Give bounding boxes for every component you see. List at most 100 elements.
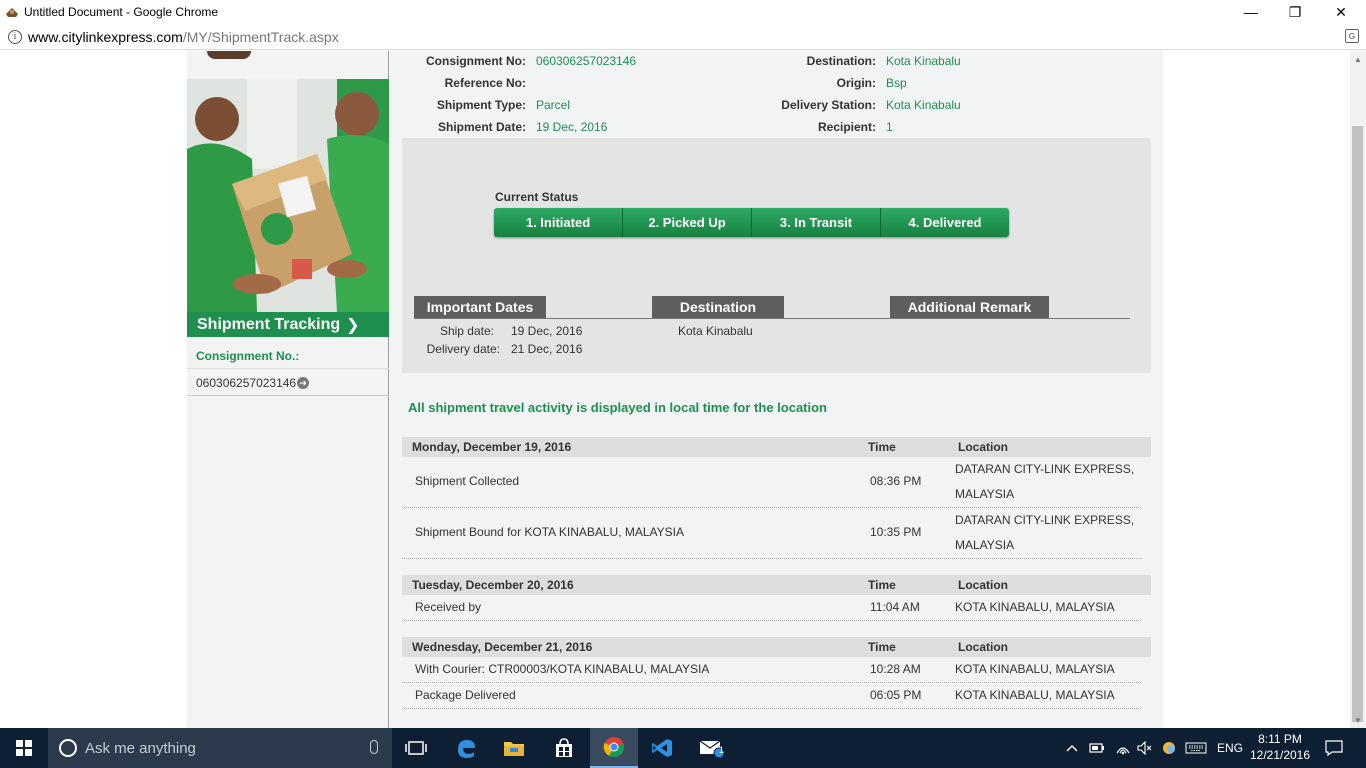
volume-muted-icon [1137, 741, 1152, 755]
shipment-tracking-banner[interactable]: Shipment Tracking ❯ [187, 312, 389, 337]
minimize-button[interactable]: — [1228, 0, 1274, 24]
shipment-date-value: 19 Dec, 2016 [536, 120, 608, 134]
chrome-taskbar-button[interactable] [590, 728, 638, 768]
consignment-no-value: 060306257023146 [536, 54, 637, 68]
window-title: Untitled Document - Google Chrome [24, 5, 219, 19]
time-header: Time [868, 640, 896, 654]
additional-remark-header: Additional Remark [890, 296, 1049, 318]
weather-icon [1163, 742, 1175, 754]
mail-button[interactable]: 1 [688, 728, 736, 768]
origin-value: Bsp [886, 76, 907, 90]
show-hidden-icons[interactable] [1062, 728, 1082, 768]
reference-no-label: Reference No: [444, 76, 526, 90]
restore-button[interactable]: ❐ [1272, 0, 1318, 24]
scroll-up-icon[interactable]: ▲ [1350, 51, 1366, 67]
logo-fragment [207, 51, 251, 59]
day-date: Wednesday, December 21, 2016 [412, 640, 593, 654]
couriers-photo [187, 79, 389, 312]
task-view-button[interactable] [392, 728, 440, 768]
wifi-tray[interactable] [1112, 728, 1134, 768]
scroll-down-icon[interactable]: ▼ [1350, 712, 1366, 728]
event-description: Shipment Bound for KOTA KINABALU, MALAYS… [415, 525, 685, 539]
table-row: Package Delivered 06:05 PM KOTA KINABALU… [402, 683, 1141, 709]
consignment-number[interactable]: 060306257023146 [196, 376, 296, 390]
current-status-label: Current Status [495, 190, 579, 204]
translate-icon[interactable]: G [1345, 29, 1359, 43]
clock-date: 12/21/2016 [1249, 748, 1311, 762]
step-in-transit: 3. In Transit [752, 208, 881, 237]
action-center-button[interactable] [1318, 728, 1350, 768]
mail-badge: 1 [719, 745, 725, 755]
destination-label: Destination: [806, 54, 876, 68]
file-explorer-button[interactable] [490, 728, 538, 768]
keyboard-tray[interactable] [1182, 728, 1210, 768]
cortana-icon [59, 739, 77, 757]
table-row: Received by 11:04 AM KOTA KINABALU, MALA… [402, 595, 1141, 621]
chevron-right-icon: ❯ [346, 316, 360, 334]
consignment-entry[interactable]: 060306257023146 ➜ [196, 376, 310, 390]
keyboard-icon [1185, 742, 1207, 754]
language-indicator[interactable]: ENG [1212, 728, 1248, 768]
vscode-icon [652, 739, 672, 757]
sidebar: Shipment Tracking ❯ Consignment No.: 060… [187, 51, 389, 728]
status-panel: Current Status 1. Initiated 2. Picked Up… [402, 138, 1151, 373]
event-location: KOTA KINABALU, MALAYSIA [955, 662, 1115, 676]
recipient-label: Recipient: [817, 120, 876, 134]
arrow-circle-icon[interactable]: ➜ [297, 377, 310, 389]
time-header: Time [868, 440, 896, 454]
store-icon [556, 738, 572, 757]
scrollbar-thumb[interactable] [1352, 126, 1363, 722]
status-progress: 1. Initiated 2. Picked Up 3. In Transit … [494, 208, 1009, 237]
recipient-value: 1 [886, 120, 893, 134]
ship-date-value: 19 Dec, 2016 [511, 324, 583, 338]
step-initiated: 1. Initiated [494, 208, 623, 237]
event-time: 10:35 PM [870, 525, 922, 539]
chevron-up-icon [1066, 745, 1078, 752]
page-viewport: Shipment Tracking ❯ Consignment No.: 060… [0, 51, 1350, 728]
address-bar[interactable]: i www.citylinkexpress.com/MY/ShipmentTra… [0, 24, 1366, 50]
system-clock[interactable]: 8:11 PM 12/21/2016 [1248, 731, 1312, 763]
origin-label: Origin: [836, 76, 876, 90]
event-time: 11:04 AM [870, 600, 920, 614]
destination-detail-value: Kota Kinabalu [678, 324, 753, 338]
shipment-type-label: Shipment Type: [436, 98, 526, 112]
table-row: With Courier: CTR00003/KOTA KINABALU, MA… [402, 657, 1141, 683]
event-location: DATARAN CITY-LINK EXPRESS, [955, 462, 1135, 476]
windows-taskbar: Ask me anything 1 ENG 8:11 PM 12/21/2016 [0, 728, 1366, 768]
event-location: MALAYSIA [955, 538, 1015, 552]
microphone-icon[interactable] [370, 740, 378, 754]
battery-tray[interactable] [1086, 728, 1108, 768]
destination-header: Destination [652, 296, 784, 318]
volume-tray[interactable] [1134, 728, 1156, 768]
location-header: Location [958, 578, 1008, 592]
delivery-station-label: Delivery Station: [781, 98, 876, 112]
info-icon[interactable]: i [8, 29, 22, 44]
step-delivered: 4. Delivered [881, 208, 1009, 237]
close-button[interactable]: ✕ [1318, 0, 1364, 24]
step-picked-up: 2. Picked Up [623, 208, 752, 237]
event-time: 06:05 PM [870, 688, 922, 702]
task-view-icon [405, 741, 427, 755]
clock-time: 8:11 PM [1258, 732, 1302, 746]
shipment-type-value: Parcel [536, 98, 571, 112]
url-path[interactable]: /MY/ShipmentTrack.aspx [183, 29, 339, 45]
battery-icon [1089, 743, 1104, 753]
weather-tray[interactable] [1158, 728, 1180, 768]
vertical-scrollbar[interactable]: ▲ ▼ [1350, 51, 1366, 728]
table-row: Shipment Collected 08:36 PM DATARAN CITY… [402, 457, 1141, 508]
cortana-search[interactable]: Ask me anything [48, 728, 392, 768]
search-placeholder[interactable]: Ask me anything [85, 740, 196, 757]
edge-button[interactable] [442, 728, 490, 768]
vscode-button[interactable] [638, 728, 686, 768]
day-date: Monday, December 19, 2016 [412, 440, 572, 454]
delivery-date-label: Delivery date: [426, 342, 500, 356]
divider [414, 318, 1130, 319]
event-location: KOTA KINABALU, MALAYSIA [955, 600, 1115, 614]
divider [187, 395, 389, 396]
location-header: Location [958, 640, 1008, 654]
url-host[interactable]: www.citylinkexpress.com [28, 29, 183, 45]
event-description: Package Delivered [415, 688, 516, 702]
time-header: Time [868, 578, 896, 592]
store-button[interactable] [540, 728, 588, 768]
start-button[interactable] [0, 728, 48, 768]
